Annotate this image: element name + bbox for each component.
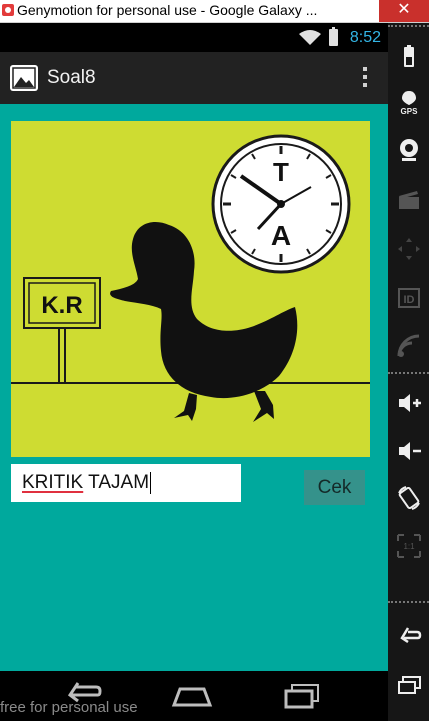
answer-input[interactable]: KRITIK TAJAM: [11, 464, 241, 502]
watermark-text: free for personal use: [0, 699, 138, 716]
volume-up-icon[interactable]: [396, 390, 422, 416]
panel-divider: [388, 25, 429, 27]
webcam-icon[interactable]: [396, 137, 422, 163]
action-bar: Soal8: [0, 52, 388, 104]
battery-widget-icon[interactable]: [396, 43, 422, 69]
screencast-icon[interactable]: [396, 187, 422, 213]
wifi-icon: [299, 30, 321, 45]
window-titlebar: Genymotion for personal use - Google Gal…: [0, 0, 429, 23]
clock-letter-top: T: [273, 157, 289, 187]
recent-apps-icon[interactable]: [282, 681, 320, 711]
main-content: K.R T A KRITIK TAJAM Cek: [0, 104, 388, 671]
window-title: Genymotion for personal use - Google Gal…: [17, 2, 318, 18]
rotate-icon[interactable]: [396, 485, 422, 511]
network-icon[interactable]: [396, 333, 422, 359]
gps-label: GPS: [401, 107, 419, 115]
image-app-icon: [10, 65, 38, 91]
panel-divider: [388, 601, 429, 603]
panel-divider: [388, 372, 429, 374]
dpad-icon[interactable]: [396, 236, 422, 262]
clock-letter-bottom: A: [271, 220, 291, 251]
puzzle-image: K.R T A: [11, 121, 370, 457]
overflow-menu-icon[interactable]: [362, 67, 368, 91]
id-label: ID: [404, 294, 415, 306]
battery-icon: [329, 27, 338, 46]
answer-word-2: TAJAM: [83, 472, 150, 493]
emulator-side-panel: GPS ID 1:1: [388, 23, 429, 721]
status-time: 8:52: [349, 29, 381, 46]
status-bar: 8:52: [0, 23, 388, 52]
pixel-perfect-icon[interactable]: 1:1: [396, 533, 422, 559]
side-back-icon[interactable]: [396, 625, 422, 651]
close-icon: ✕: [397, 1, 411, 18]
answer-word-1: KRITIK: [22, 472, 84, 493]
gps-icon[interactable]: GPS: [396, 89, 422, 115]
window-close-button[interactable]: ✕: [379, 0, 429, 22]
home-icon[interactable]: [170, 681, 214, 709]
sign-text: K.R: [41, 292, 82, 319]
genymotion-app-icon: [2, 4, 14, 16]
volume-down-icon[interactable]: [396, 438, 422, 464]
scale-label: 1:1: [403, 542, 415, 551]
text-caret: [150, 472, 152, 494]
app-title: Soal8: [47, 67, 96, 88]
side-recent-apps-icon[interactable]: [396, 673, 422, 699]
device-id-icon[interactable]: ID: [396, 285, 422, 311]
check-button[interactable]: Cek: [304, 470, 365, 505]
